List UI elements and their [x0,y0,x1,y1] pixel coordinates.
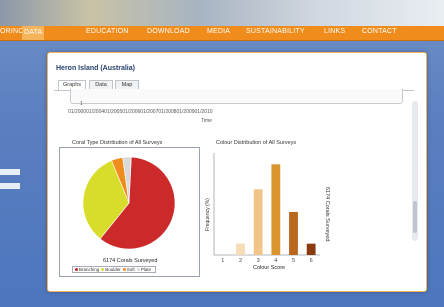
time-series-y-tick: 1 [80,101,83,107]
colour-distribution-bars: 1 2 3 4 5 6 [213,153,320,264]
legend-label: Boulder [105,267,121,272]
bar-x-tick-label: 4 [274,258,277,264]
pie-caption: 6174 Corals Surveyed [103,258,158,264]
bar-x-tick-label: 5 [292,258,295,264]
bar-axes [213,153,320,256]
pie-chart-title: Coral Type Distribution of All Surveys [72,140,163,146]
nav-item-data[interactable]: DATA [22,26,45,40]
legend-item-plate: Plate [136,267,152,272]
pie-legend: Branching Boulder Soft Plate [72,266,157,273]
header-banner-image [0,0,444,26]
bar-x-tick-label: 6 [310,258,313,264]
bar-x-tick-label: 2 [239,258,242,264]
legend-swatch [101,268,105,272]
legend-label: Branching [79,267,100,272]
nav-item-sustainability[interactable]: SUSTAINABILITY [246,28,305,35]
time-series-x-ticks: 01/200001/200401/200501/200601/200701/20… [68,109,213,115]
side-menu-item[interactable] [0,183,20,189]
bar-colour-score-5 [289,211,298,255]
bar-y-label: Frequency (%) [205,198,211,231]
bar-side-caption: 6174 Corals Surveyed [324,187,330,242]
bar-x-tick-label: 3 [257,258,260,264]
legend-item-soft: Soft [122,267,135,272]
nav-item-orino[interactable]: ORINO [0,28,24,35]
legend-label: Soft [126,267,135,272]
site-data-panel: Heron Island (Australia) Graphs Data Map… [47,52,427,292]
nav-item-media[interactable]: MEDIA [207,28,230,35]
panel-title: Heron Island (Australia) [56,65,135,72]
nav-item-links[interactable]: LINKS [324,28,345,35]
time-series-x-label: Time [201,118,212,124]
bar-colour-score-3 [253,189,263,255]
bar-colour-score-2 [236,243,245,255]
bar-colour-score-6 [306,243,316,255]
nav-item-contact[interactable]: CONTACT [362,28,397,35]
legend-swatch [75,268,78,272]
scrollbar-thumb[interactable] [413,201,417,233]
main-navigation: ORINO DATA EDUCATION DOWNLOAD MEDIA SUST… [0,26,444,41]
legend-swatch [122,268,126,272]
side-menu-item[interactable] [0,169,20,175]
legend-swatch [136,268,140,272]
legend-label: Plate [140,267,152,272]
bar-chart-title: Colour Distribution of All Surveys [216,140,297,146]
legend-item-branching: Branching [75,267,99,272]
bar-x-tick-label: 1 [221,258,224,264]
time-series-chart [70,89,403,104]
nav-item-download[interactable]: DOWNLOAD [147,28,190,35]
bar-colour-score-4 [271,164,281,255]
bar-x-label: Colour Score [253,265,286,271]
legend-item-boulder: Boulder [101,267,121,272]
panel-scrollbar[interactable] [412,101,418,241]
coral-type-pie [82,156,176,250]
nav-item-education[interactable]: EDUCATION [86,28,129,35]
